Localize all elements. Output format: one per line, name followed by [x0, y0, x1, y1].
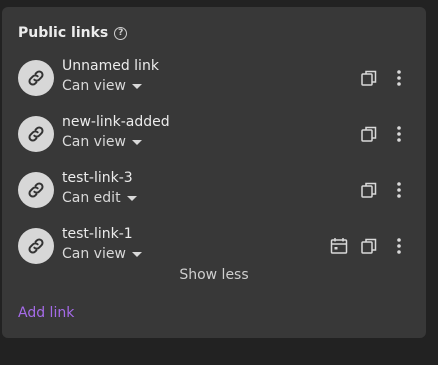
- more-vertical-icon: [397, 126, 401, 142]
- more-vertical-icon: [397, 70, 401, 86]
- link-icon: [28, 70, 44, 86]
- caret-down-icon: [126, 196, 137, 201]
- caret-down-icon: [131, 84, 142, 89]
- copy-icon: [361, 70, 377, 86]
- link-icon: [28, 182, 44, 198]
- copy-button[interactable]: [358, 123, 380, 145]
- copy-button[interactable]: [358, 179, 380, 201]
- more-options-button[interactable]: [388, 179, 410, 201]
- copy-button[interactable]: [358, 67, 380, 89]
- more-vertical-icon: [397, 182, 401, 198]
- public-links-panel: Public links ? Unnamed link Can view new…: [2, 7, 426, 338]
- expiry-date-button[interactable]: [328, 235, 350, 257]
- link-name: new-link-added: [62, 114, 170, 130]
- permission-label: Can view: [62, 134, 126, 150]
- link-row: test-link-3 Can edit: [18, 170, 410, 210]
- copy-icon: [361, 238, 377, 254]
- link-icon: [28, 126, 44, 142]
- link-name: test-link-1: [62, 226, 133, 242]
- link-row: Unnamed link Can view: [18, 58, 410, 98]
- show-less-button[interactable]: Show less: [2, 267, 426, 283]
- permission-dropdown[interactable]: Can view: [62, 78, 142, 94]
- permission-dropdown[interactable]: Can edit: [62, 190, 137, 206]
- panel-header: Public links ?: [18, 25, 128, 41]
- link-name: test-link-3: [62, 170, 133, 186]
- question-circle-icon[interactable]: ?: [114, 26, 128, 40]
- copy-icon: [361, 182, 377, 198]
- permission-label: Can edit: [62, 190, 121, 206]
- link-row: test-link-1 Can view: [18, 226, 410, 266]
- copy-icon: [361, 126, 377, 142]
- permission-label: Can view: [62, 246, 126, 262]
- link-avatar: [18, 116, 54, 152]
- more-options-button[interactable]: [388, 67, 410, 89]
- caret-down-icon: [131, 140, 142, 145]
- link-avatar: [18, 172, 54, 208]
- caret-down-icon: [131, 252, 142, 257]
- permission-label: Can view: [62, 78, 126, 94]
- permission-dropdown[interactable]: Can view: [62, 134, 142, 150]
- calendar-icon: [330, 238, 348, 254]
- more-options-button[interactable]: [388, 123, 410, 145]
- panel-title: Public links: [18, 25, 109, 41]
- link-icon: [28, 238, 44, 254]
- link-avatar: [18, 228, 54, 264]
- copy-button[interactable]: [358, 235, 380, 257]
- link-name: Unnamed link: [62, 58, 159, 74]
- more-vertical-icon: [397, 238, 401, 254]
- permission-dropdown[interactable]: Can view: [62, 246, 142, 262]
- add-link-button[interactable]: Add link: [18, 305, 74, 321]
- link-avatar: [18, 60, 54, 96]
- more-options-button[interactable]: [388, 235, 410, 257]
- link-row: new-link-added Can view: [18, 114, 410, 154]
